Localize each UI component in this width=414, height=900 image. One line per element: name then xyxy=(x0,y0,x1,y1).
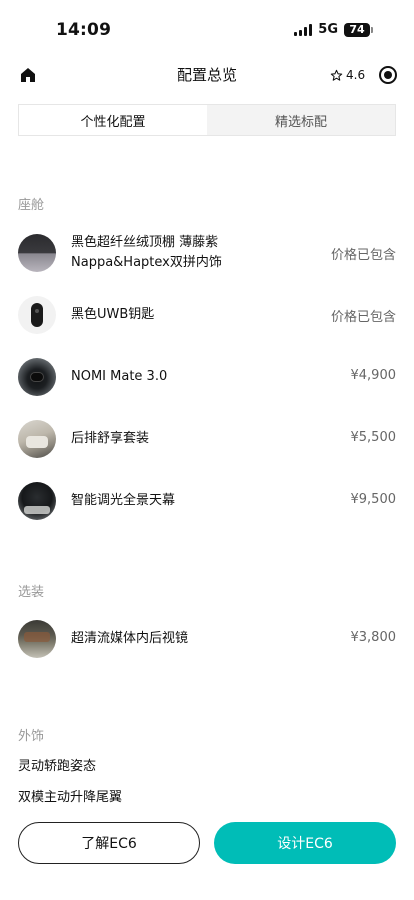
item-label: 黑色超纤丝绒顶棚 薄藤紫Nappa&Haptex双拼内饰 xyxy=(71,235,222,270)
status-time: 14:09 xyxy=(56,20,112,40)
item-price: ¥5,500 xyxy=(350,430,397,445)
item-price: 价格已包含 xyxy=(330,248,396,263)
bottom-actions: 了解EC6 设计EC6 xyxy=(18,822,396,866)
rating-button[interactable]: 4.6 xyxy=(330,62,365,88)
item-label: 智能调光全景天幕 xyxy=(71,493,176,508)
item-thumbnail xyxy=(18,482,56,520)
item-price: ¥9,500 xyxy=(350,492,397,507)
item-thumbnail xyxy=(18,358,56,396)
status-indicators: 5G 74 xyxy=(294,22,373,37)
target-icon[interactable] xyxy=(378,65,398,85)
item-thumbnail xyxy=(18,234,56,272)
section-title-options: 选装 xyxy=(18,585,45,600)
item-label: 后排舒享套装 xyxy=(71,431,150,446)
learn-ec6-button[interactable]: 了解EC6 xyxy=(18,822,200,864)
battery-level: 74 xyxy=(349,23,365,36)
exterior-item: 双模主动升降尾翼 xyxy=(18,790,123,805)
list-item[interactable]: 智能调光全景天幕 ¥9,500 xyxy=(18,482,396,520)
item-label: NOMI Mate 3.0 xyxy=(71,369,168,384)
battery-icon: 74 xyxy=(344,22,373,37)
status-bar: 14:09 5G 74 xyxy=(0,0,414,58)
rating-value: 4.6 xyxy=(346,68,366,82)
network-type: 5G xyxy=(318,22,338,37)
list-item[interactable]: 黑色UWB钥匙 价格已包含 xyxy=(18,296,396,334)
item-price: 价格已包含 xyxy=(330,310,396,325)
item-label: 超清流媒体内后视镜 xyxy=(71,631,189,646)
signal-icon xyxy=(294,23,313,36)
nav-bar: 配置总览 4.6 xyxy=(0,58,414,92)
config-tabs: 个性化配置 精选标配 xyxy=(18,104,396,136)
item-thumbnail xyxy=(18,420,56,458)
tab-standard[interactable]: 精选标配 xyxy=(207,105,395,135)
list-item[interactable]: 黑色超纤丝绒顶棚 薄藤紫Nappa&Haptex双拼内饰 价格已包含 xyxy=(18,234,396,273)
list-item[interactable]: NOMI Mate 3.0 ¥4,900 xyxy=(18,358,396,396)
item-label: 黑色UWB钥匙 xyxy=(71,307,155,322)
section-title-cabin: 座舱 xyxy=(18,198,45,213)
exterior-item: 灵动轿跑姿态 xyxy=(18,759,97,774)
tab-personalized[interactable]: 个性化配置 xyxy=(19,105,207,135)
item-price: ¥3,800 xyxy=(350,630,397,645)
item-price: ¥4,900 xyxy=(350,368,397,383)
section-title-exterior: 外饰 xyxy=(18,729,45,744)
item-thumbnail xyxy=(18,620,56,658)
list-item[interactable]: 后排舒享套装 ¥5,500 xyxy=(18,420,396,458)
item-thumbnail xyxy=(18,296,56,334)
list-item[interactable]: 超清流媒体内后视镜 ¥3,800 xyxy=(18,620,396,658)
design-ec6-button[interactable]: 设计EC6 xyxy=(214,822,396,864)
star-icon xyxy=(330,69,343,81)
